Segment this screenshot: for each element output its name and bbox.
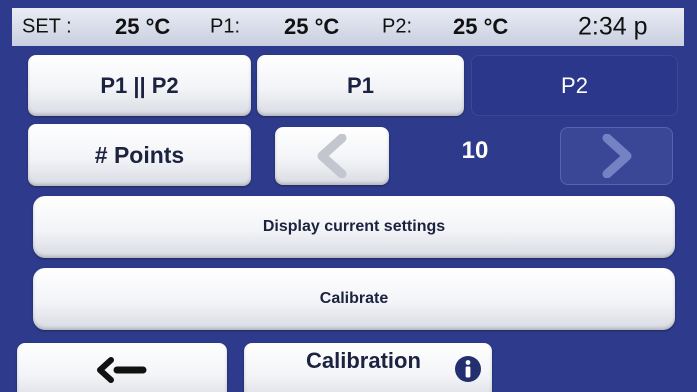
chevron-left-icon bbox=[317, 134, 347, 178]
points-label: # Points bbox=[94, 141, 185, 168]
set-label: SET : bbox=[22, 15, 72, 38]
calibrate-label: Calibrate bbox=[319, 290, 389, 307]
set-temperature: 25 °C bbox=[115, 14, 171, 39]
increase-points-button[interactable] bbox=[560, 127, 673, 185]
p2-label: P2: bbox=[382, 15, 413, 38]
decrease-points-button[interactable] bbox=[275, 127, 389, 185]
status-bar: SET : 25 °C P1: 25 °C P2: 25 °C 2:34 p bbox=[12, 8, 684, 46]
tab-p1-label: P1 bbox=[347, 72, 374, 98]
tab-p2-label: P2 bbox=[561, 72, 588, 98]
back-button[interactable] bbox=[17, 343, 227, 392]
tab-p1-p2-label: P1 || P2 bbox=[100, 72, 179, 98]
tab-p1-p2[interactable]: P1 || P2 bbox=[28, 55, 251, 116]
calibration-info-button[interactable]: Calibration bbox=[244, 343, 492, 392]
tab-p1[interactable]: P1 bbox=[257, 55, 464, 116]
device-screen: SET : 25 °C P1: 25 °C P2: 25 °C 2:34 p P… bbox=[0, 0, 697, 392]
tab-p2[interactable]: P2 bbox=[471, 55, 678, 116]
display-current-settings-button[interactable]: Display current settings bbox=[33, 196, 675, 258]
p1-label: P1: bbox=[210, 15, 241, 38]
clock-time: 2:34 p bbox=[578, 12, 648, 41]
info-icon bbox=[455, 356, 481, 382]
chevron-right-icon bbox=[602, 134, 631, 178]
calibration-label: Calibration bbox=[306, 348, 421, 373]
p1-temperature: 25 °C bbox=[284, 14, 340, 39]
back-arrow-icon bbox=[97, 357, 147, 383]
p2-temperature: 25 °C bbox=[453, 14, 509, 39]
display-current-settings-label: Display current settings bbox=[262, 218, 446, 235]
points-value: 10 bbox=[461, 137, 489, 164]
calibrate-button[interactable]: Calibrate bbox=[33, 268, 675, 330]
points-button[interactable]: # Points bbox=[28, 124, 251, 186]
